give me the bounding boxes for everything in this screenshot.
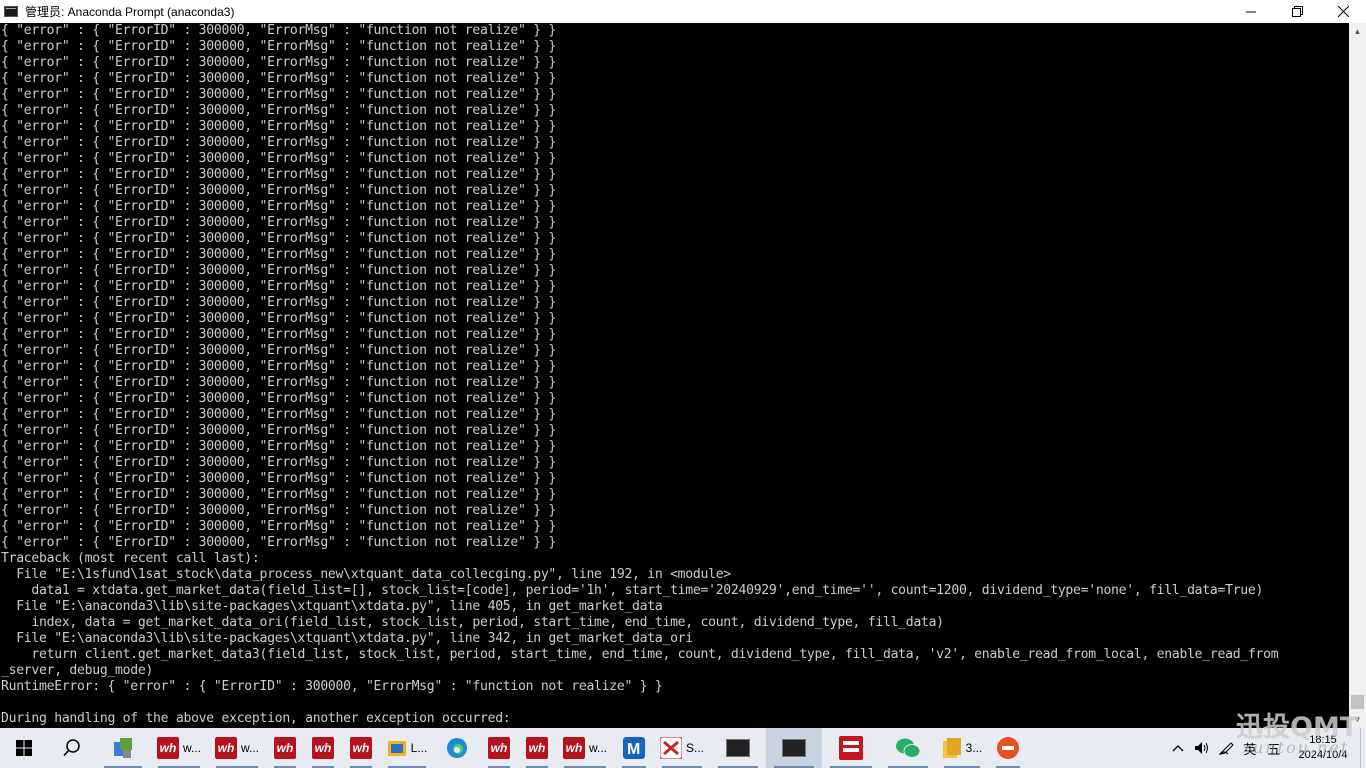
folder-icon (942, 738, 961, 758)
wh-logo-icon: wh (350, 737, 372, 759)
scroll-thumb[interactable] (1351, 695, 1364, 709)
security-app-icon (114, 738, 132, 758)
wh-logo-icon: wh (274, 737, 296, 759)
title-bar: 管理员: Anaconda Prompt (anaconda3) (0, 0, 1366, 23)
scroll-down-icon[interactable]: ▼ (1349, 711, 1366, 728)
taskbar-m-app[interactable]: M (614, 728, 654, 768)
taskbar-terminal-2[interactable] (766, 728, 822, 768)
wh-logo-icon: wh (156, 737, 179, 759)
wh-logo-icon: wh (488, 737, 510, 759)
m-app-icon: M (623, 737, 645, 759)
chevron-up-icon[interactable] (1166, 728, 1190, 768)
taskbar-wh-app-4[interactable]: wh (304, 728, 342, 768)
taskbar-wh-app-2[interactable]: wh w... (208, 728, 266, 768)
taskbar-bank-app[interactable] (988, 728, 1028, 768)
terminal-icon (726, 739, 750, 757)
taskbar-wh-app-6[interactable]: wh (480, 728, 518, 768)
search-icon (63, 739, 80, 757)
taskbar-wh-app-3[interactable]: wh (266, 728, 304, 768)
ime-mode[interactable]: 五 (1262, 728, 1286, 768)
window-title: 管理员: Anaconda Prompt (anaconda3) (25, 5, 235, 19)
securities-app-icon (839, 736, 863, 760)
clock-time: 18:15 (1309, 734, 1337, 746)
taskbar-sublime-app[interactable]: S... (654, 728, 710, 768)
taskbar-wechat[interactable] (880, 728, 936, 768)
vertical-scrollbar[interactable]: ▲ ▼ (1349, 23, 1366, 728)
ime-language[interactable]: 英 (1238, 728, 1262, 768)
taskbar-folder-app[interactable]: L... (380, 728, 434, 768)
app-window-icon (387, 741, 406, 756)
error-lines: { "error" : { "ErrorID" : 300000, "Error… (1, 23, 557, 550)
wh-logo-icon: wh (562, 737, 585, 759)
show-desktop-button[interactable] (1360, 728, 1366, 768)
taskbar-wh-app-1[interactable]: wh w... (150, 728, 208, 768)
taskbar-clock[interactable]: 18:15 2024/10/4 (1286, 728, 1360, 768)
minimize-icon (1246, 11, 1256, 12)
clock-date: 2024/10/4 (1298, 749, 1348, 761)
taskbar-edge[interactable] (434, 728, 480, 768)
pen-icon[interactable] (1214, 728, 1238, 768)
maximize-button[interactable] (1274, 0, 1320, 23)
ks-app-icon (659, 737, 682, 759)
bank-app-icon (997, 737, 1019, 759)
search-button[interactable] (48, 728, 96, 768)
scroll-up-icon[interactable]: ▲ (1349, 23, 1366, 40)
taskbar: wh w... wh w... wh wh wh L... wh wh wh w… (0, 728, 1366, 768)
wechat-icon (896, 738, 921, 758)
taskbar-terminal-1[interactable] (710, 728, 766, 768)
svg-text:M: M (627, 741, 640, 758)
start-button[interactable] (0, 728, 48, 768)
restore-icon (1291, 6, 1303, 17)
wh-logo-icon: wh (312, 737, 334, 759)
taskbar-securities-app[interactable] (822, 728, 880, 768)
windows-logo-icon (16, 740, 32, 756)
close-icon (1337, 6, 1349, 17)
edge-browser-icon (447, 738, 467, 758)
wh-logo-icon: wh (214, 737, 237, 759)
system-tray: 英 五 18:15 2024/10/4 (1166, 728, 1366, 768)
taskbar-explorer[interactable]: 3... (936, 728, 988, 768)
taskbar-wh-app-7[interactable]: wh (518, 728, 556, 768)
terminal-icon (4, 6, 18, 17)
volume-icon[interactable] (1190, 728, 1214, 768)
wh-logo-icon: wh (526, 737, 548, 759)
terminal-icon (782, 739, 806, 757)
taskbar-wh-app-8[interactable]: wh w... (556, 728, 614, 768)
taskbar-wh-app-5[interactable]: wh (342, 728, 380, 768)
close-button[interactable] (1320, 0, 1366, 23)
minimize-button[interactable] (1228, 0, 1274, 23)
taskbar-security-app[interactable] (96, 728, 150, 768)
traceback-output: Traceback (most recent call last): File … (1, 551, 1279, 726)
console-output[interactable]: { "error" : { "ErrorID" : 300000, "Error… (0, 23, 1349, 728)
